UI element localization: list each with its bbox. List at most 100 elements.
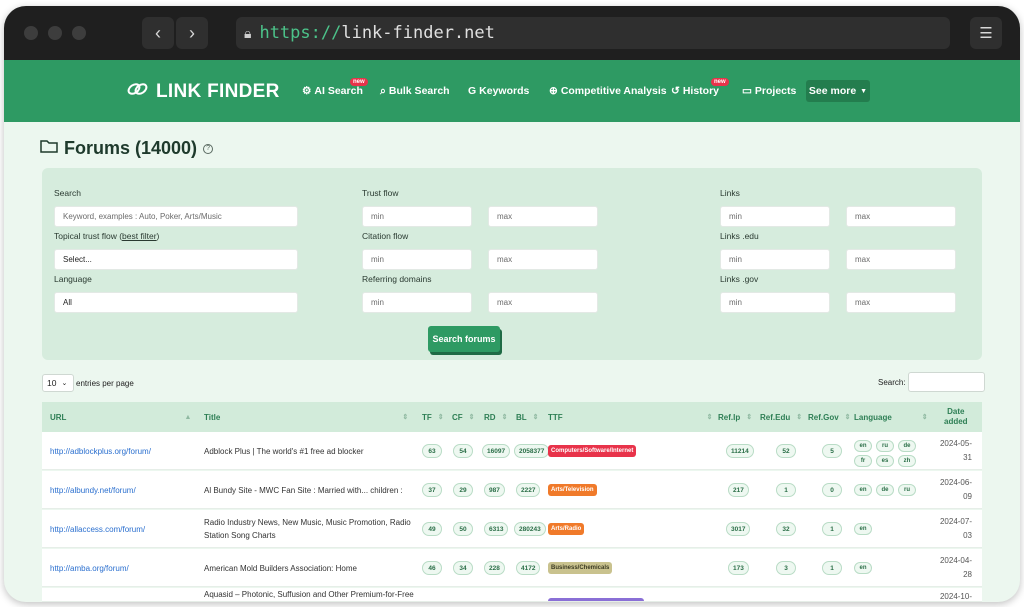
tf-value: 63 [422,444,442,458]
window-maximize-dot[interactable] [72,26,86,40]
language-badge: fr [854,455,872,467]
nav-ai-search[interactable]: ⚙ AI Search new [302,78,368,97]
sort-icon: ⇕ [746,414,753,421]
links-gov-min-input[interactable]: min [720,292,830,313]
nav-history[interactable]: ↺ History new [671,78,729,97]
topical-trust-flow-select[interactable]: Select... [54,249,298,270]
table-search-input[interactable] [907,372,985,392]
citation-flow-min-input[interactable]: min [362,249,472,270]
column-header-url[interactable]: URL ▲ [50,402,191,432]
refgov-value: 5 [822,444,842,458]
language-label: Language [54,274,92,284]
column-header-rd[interactable]: RD ⇕ [484,402,507,432]
column-header-language[interactable]: Language ⇕ [854,402,928,432]
citation-flow-max-input[interactable]: max [488,249,598,270]
language-badge: de [876,484,894,496]
chevron-left-icon: ‹ [155,22,161,43]
column-header-refgov[interactable]: Ref.Gov ⇕ [808,402,851,432]
language-select[interactable]: All [54,292,298,313]
bl-value: 4172 [516,561,541,575]
table-row: http://allaccess.com/forum/ Radio Indust… [42,510,982,548]
ttf-category-badge: Arts/Television [548,484,597,496]
column-header-title[interactable]: Title ⇕ [204,402,414,432]
trust-flow-max-input[interactable]: max [488,206,598,227]
new-badge: new [711,78,729,86]
refgov-value: 0 [822,483,842,497]
row-url-link[interactable]: http://allaccess.com/forum/ [50,510,145,548]
refedu-value: 32 [776,522,796,536]
bl-value: 280243 [514,522,546,536]
target-icon: ⊕ [549,85,558,97]
row-url-link[interactable]: http://albundy.net/forum/ [50,471,136,509]
referring-domains-max-input[interactable]: max [488,292,598,313]
settings-sliders-button[interactable]: ☰ [970,17,1002,49]
ai-chip-icon: ⚙ [302,85,312,97]
chevron-right-icon: › [189,22,195,43]
lock-icon: 🔒︎ [244,24,252,41]
column-header-date-added[interactable]: Date added [944,402,968,432]
language-badge: en [854,562,872,574]
logo[interactable]: LINK FINDER [126,79,280,105]
column-header-ttf[interactable]: TTF ⇕ [548,402,713,432]
refip-value: 11214 [726,444,754,458]
language-badge: ru [898,484,916,496]
forward-button[interactable]: › [176,17,208,49]
table-search-label: Search: [878,377,906,387]
links-min-input[interactable]: min [720,206,830,227]
refgov-value: 1 [822,522,842,536]
refedu-value: 3 [776,561,796,575]
window-minimize-dot[interactable] [48,26,62,40]
sort-icon: ⇕ [844,414,851,421]
nav-bulk-search[interactable]: ⌕ Bulk Search [380,85,450,98]
language-badge: en [854,484,872,496]
link-logo-icon [126,79,150,105]
links-edu-max-input[interactable]: max [846,249,956,270]
row-url-link[interactable]: http://amba.org/forum/ [50,549,129,587]
date-added: 2024-07- 03 [939,517,972,540]
column-header-cf[interactable]: CF ⇕ [452,402,475,432]
tf-value: 37 [422,483,442,497]
row-title: Al Bundy Site - MWC Fan Site : Married w… [204,485,403,495]
row-url-link[interactable]: http://adblockplus.org/forum/ [50,432,151,470]
help-icon[interactable]: ? [203,143,214,154]
language-badge: es [876,455,894,467]
referring-domains-min-input[interactable]: min [362,292,472,313]
language-badge: en [854,523,872,535]
refgov-value: 1 [822,561,842,575]
window-close-dot[interactable] [24,26,38,40]
column-header-refedu[interactable]: Ref.Edu ⇕ [760,402,802,432]
nav-competitive-analysis[interactable]: ⊕ Competitive Analysis [549,85,667,97]
column-header-bl[interactable]: BL ⇕ [516,402,539,432]
cf-value: 50 [453,522,473,536]
refedu-value: 52 [776,444,796,458]
nav-keywords[interactable]: G Keywords [468,85,529,97]
citation-flow-label: Citation flow [362,231,409,241]
table-search: Search: [878,372,985,392]
column-header-tf[interactable]: TF ⇕ [422,402,444,432]
links-label: Links [720,188,740,198]
best-filter-link[interactable]: best filter [122,231,157,241]
sort-icon: ⇕ [501,414,508,421]
rd-value: 987 [484,483,505,497]
see-more-dropdown[interactable]: See more ▼ [806,80,870,102]
history-icon: ↺ [671,85,680,97]
nav-projects[interactable]: ▭ Projects [742,85,796,97]
column-header-refip[interactable]: Ref.Ip ⇕ [718,402,752,432]
page-length-control: 10 ⌄ entries per page [42,374,134,392]
browser-toolbar: ‹ › 🔒︎ https://link-finder.net ☰ [4,6,1020,60]
trust-flow-min-input[interactable]: min [362,206,472,227]
back-button[interactable]: ‹ [142,17,174,49]
table-header: URL ▲ Title ⇕ TF ⇕ CF ⇕ RD ⇕ BL ⇕ TTF ⇕ Ref.Ip ⇕… [42,402,982,432]
rd-value: 16097 [482,444,511,458]
address-bar[interactable]: 🔒︎ https://link-finder.net [236,17,950,49]
links-max-input[interactable]: max [846,206,956,227]
language-badge: de [898,440,916,452]
search-forums-button[interactable]: Search forums [428,326,500,352]
links-edu-min-input[interactable]: min [720,249,830,270]
sort-icon: ⇕ [468,414,475,421]
page-length-select[interactable]: 10 ⌄ [42,374,74,392]
links-gov-max-input[interactable]: max [846,292,956,313]
filter-panel: Search Keyword, examples : Auto, Poker, … [42,168,982,360]
keyword-search-input[interactable]: Keyword, examples : Auto, Poker, Arts/Mu… [54,206,298,227]
date-added: 2024-06- 09 [939,478,972,501]
